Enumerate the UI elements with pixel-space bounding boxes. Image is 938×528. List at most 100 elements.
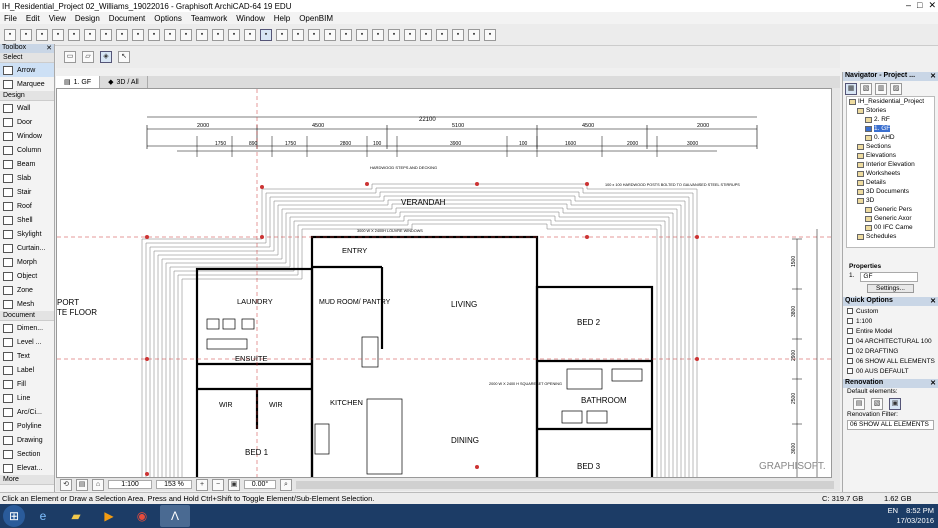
media-player-icon[interactable]: ▶ <box>94 505 124 527</box>
zoom-out-icon[interactable]: − <box>212 478 224 491</box>
teamwork-icon[interactable]: ▪ <box>372 28 384 41</box>
quick-option-04-architectural-100[interactable]: 04 ARCHITECTURAL 100 <box>843 336 938 346</box>
trace-icon[interactable]: ▪ <box>244 28 256 41</box>
rectangle-selection-icon[interactable]: ▱ <box>82 51 94 63</box>
layout-book-icon[interactable]: ▥ <box>875 83 887 95</box>
angle-value[interactable]: 0.00° <box>244 480 276 489</box>
section-icon[interactable]: ▪ <box>340 28 352 41</box>
home-icon[interactable]: ⌂ <box>92 478 104 491</box>
tool-dimen[interactable]: Dimen... <box>0 321 54 335</box>
property-name[interactable]: GF <box>860 272 919 282</box>
menu-file[interactable]: File <box>4 14 17 23</box>
existing-icon[interactable]: ▤ <box>853 398 865 410</box>
tree-item-1-gf[interactable]: 1. GF <box>847 124 934 133</box>
tree-item-3d-documents[interactable]: 3D Documents <box>847 187 934 196</box>
tree-item-generic-axor[interactable]: Generic Axor <box>847 214 934 223</box>
language-indicator[interactable]: EN <box>888 506 898 516</box>
close-icon[interactable]: ✕ <box>930 297 936 306</box>
guide-icon[interactable]: ▪ <box>164 28 176 41</box>
undo-zoom-icon[interactable]: ⟲ <box>60 478 72 491</box>
clock-time[interactable]: 8:52 PM <box>906 506 934 516</box>
quick-option-1-100[interactable]: 1:100 <box>843 316 938 326</box>
project-map-icon[interactable]: ▦ <box>845 83 857 95</box>
reserve-icon[interactable]: ▪ <box>388 28 400 41</box>
tool-arc-ci[interactable]: Arc/Ci... <box>0 405 54 419</box>
tool-drawing[interactable]: Drawing <box>0 433 54 447</box>
menu-document[interactable]: Document <box>109 14 145 23</box>
tree-item-elevations[interactable]: Elevations <box>847 151 934 160</box>
renovation-filter-select[interactable]: 06 SHOW ALL ELEMENTS <box>847 420 934 430</box>
minimize-icon[interactable]: – <box>906 0 911 11</box>
maximize-icon[interactable]: □ <box>917 0 922 11</box>
walk-icon[interactable]: ▪ <box>292 28 304 41</box>
tree-item-sections[interactable]: Sections <box>847 142 934 151</box>
undo-icon[interactable]: ▪ <box>52 28 64 41</box>
quick-option-02-drafting[interactable]: 02 DRAFTING <box>843 346 938 356</box>
tool-mesh[interactable]: Mesh <box>0 297 54 311</box>
copy-icon[interactable]: ▪ <box>132 28 144 41</box>
open-icon[interactable]: ▪ <box>20 28 32 41</box>
close-icon[interactable]: ✕ <box>930 72 936 81</box>
snap-icon[interactable]: ▪ <box>196 28 208 41</box>
go-icon[interactable]: ▪ <box>468 28 480 41</box>
tool-wall[interactable]: Wall <box>0 101 54 115</box>
tool-door[interactable]: Door <box>0 115 54 129</box>
tool-slab[interactable]: Slab <box>0 171 54 185</box>
menu-view[interactable]: View <box>49 14 66 23</box>
zoom-icon[interactable]: ⌕ <box>280 478 292 491</box>
menu-options[interactable]: Options <box>154 14 182 23</box>
tab-1-gf[interactable]: ▤ 1. GF <box>56 76 101 88</box>
menu-help[interactable]: Help <box>274 14 290 23</box>
tool-label[interactable]: Label <box>0 363 54 377</box>
orbit-icon[interactable]: ▪ <box>308 28 320 41</box>
file-explorer-icon[interactable]: ▰ <box>61 505 91 527</box>
quick-option-entire-model[interactable]: Entire Model <box>843 326 938 336</box>
save-icon[interactable]: ▪ <box>4 28 16 41</box>
design-section-label[interactable]: Design <box>0 91 54 101</box>
scale-value[interactable]: 1:100 <box>108 480 152 489</box>
cut-icon[interactable]: ▪ <box>116 28 128 41</box>
layers-icon[interactable]: ▪ <box>212 28 224 41</box>
tool-line[interactable]: Line <box>0 391 54 405</box>
new-icon[interactable]: ▣ <box>889 398 901 410</box>
tree-item-2-rf[interactable]: 2. RF <box>847 115 934 124</box>
zoom-value[interactable]: 153 % <box>156 480 192 489</box>
menu-teamwork[interactable]: Teamwork <box>191 14 227 23</box>
tab-3d-all[interactable]: ◆ 3D / All <box>100 76 148 88</box>
horizontal-scrollbar[interactable] <box>296 480 834 489</box>
tree-item-3d[interactable]: 3D <box>847 196 934 205</box>
tool-level[interactable]: Level ... <box>0 335 54 349</box>
start-button[interactable]: ⊞ <box>3 505 25 527</box>
tool-arrow[interactable]: Arrow <box>0 63 54 77</box>
menu-openbim[interactable]: OpenBIM <box>299 14 333 23</box>
zoom-in-icon[interactable]: + <box>196 478 208 491</box>
close-icon[interactable]: ✕ <box>46 44 52 53</box>
more-section-label[interactable]: More <box>0 475 54 485</box>
receive-icon[interactable]: ▪ <box>436 28 448 41</box>
release-icon[interactable]: ▪ <box>404 28 416 41</box>
tool-text[interactable]: Text <box>0 349 54 363</box>
tree-item-0-ahd[interactable]: 0. AHD <box>847 133 934 142</box>
tool-skylight[interactable]: Skylight <box>0 227 54 241</box>
chrome-icon[interactable]: ◉ <box>127 505 157 527</box>
fit-in-window-icon[interactable]: ▣ <box>228 478 240 491</box>
quick-layers-icon[interactable]: ▤ <box>76 478 88 491</box>
tool-curtain[interactable]: Curtain... <box>0 241 54 255</box>
tool-zone[interactable]: Zone <box>0 283 54 297</box>
tree-item-ih-residential-project[interactable]: IH_Residential_Project <box>847 97 934 106</box>
tree-item-interior-elevation[interactable]: Interior Elevation <box>847 160 934 169</box>
publisher-icon[interactable]: ▨ <box>890 83 902 95</box>
close-icon[interactable]: ✕ <box>928 0 936 11</box>
rotated-selection-icon[interactable]: ◈ <box>100 51 112 63</box>
menu-edit[interactable]: Edit <box>26 14 40 23</box>
tool-window[interactable]: Window <box>0 129 54 143</box>
tool-roof[interactable]: Roof <box>0 199 54 213</box>
quick-option-custom[interactable]: Custom <box>843 306 938 316</box>
select-icon[interactable]: ▪ <box>84 28 96 41</box>
model-icon[interactable]: ▪ <box>324 28 336 41</box>
redo-icon[interactable]: ▪ <box>68 28 80 41</box>
tool-fill[interactable]: Fill <box>0 377 54 391</box>
tool-object[interactable]: Object <box>0 269 54 283</box>
tool-beam[interactable]: Beam <box>0 157 54 171</box>
menu-design[interactable]: Design <box>75 14 100 23</box>
